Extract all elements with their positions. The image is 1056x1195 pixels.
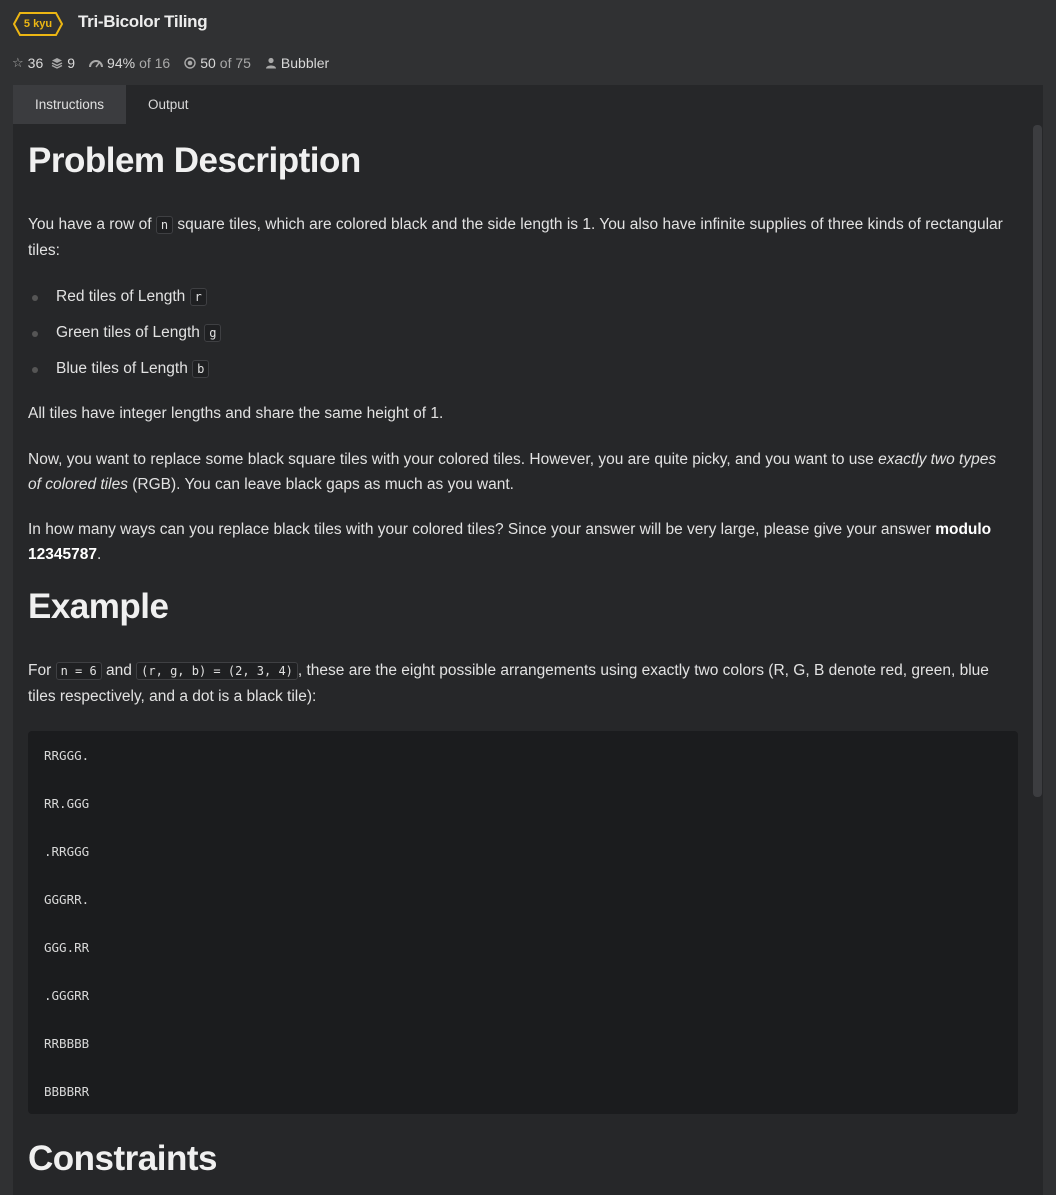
code-line: RRGGG.	[44, 748, 90, 763]
tab-output[interactable]: Output	[126, 85, 211, 124]
completed-stat: 50 of 75	[184, 55, 251, 71]
inline-code: n	[155, 216, 174, 234]
satisfaction-stat: 94% of 16	[89, 55, 170, 71]
list-item: Green tiles of Length g	[28, 319, 222, 355]
heading-example: Example	[28, 587, 169, 626]
code-line: .GGGRR	[44, 988, 90, 1003]
tile-list: Red tiles of Length r Green tiles of Len…	[28, 283, 222, 391]
inline-code: g	[204, 324, 222, 342]
inline-code: (r, g, b) = (2, 3, 4)	[136, 662, 298, 680]
rank-badge: 5 kyu	[13, 11, 63, 37]
paragraph-picky: Now, you want to replace some black squa…	[28, 451, 997, 493]
gauge-icon	[89, 58, 104, 68]
tab-instructions[interactable]: Instructions	[13, 85, 127, 124]
user-icon	[265, 57, 277, 69]
tab-bar: Instructions Output	[13, 85, 211, 124]
list-item: Red tiles of Length r	[28, 283, 221, 319]
rank-label: 5 kyu	[23, 18, 53, 30]
paragraph-heights: All tiles have integer lengths and share…	[28, 405, 444, 422]
list-item: Blue tiles of Length b	[28, 355, 221, 391]
code-line: RR.GGG	[44, 796, 90, 811]
inline-code: b	[192, 360, 210, 378]
scrollbar-thumb[interactable]	[1033, 125, 1042, 797]
paragraph-intro: You have a row of n square tiles, which …	[28, 216, 1003, 259]
stars-stat[interactable]: ☆ 36	[12, 55, 43, 71]
description-panel: Instructions Output Problem Description …	[13, 85, 1043, 1195]
code-line: GGGRR.	[44, 892, 90, 907]
heading-constraints: Constraints	[28, 1139, 217, 1178]
stack-icon	[51, 57, 63, 69]
inline-code: n = 6	[55, 662, 102, 680]
author-stat[interactable]: Bubbler	[265, 55, 329, 71]
kata-header: 5 kyu Tri-Bicolor Tiling ☆ 36 9 94% of 1…	[0, 0, 1056, 84]
code-block: RRGGG. RR.GGG .RRGGG GGGRR. GGG.RR .GGGR…	[28, 731, 1018, 1114]
paragraph-example: For n = 6 and (r, g, b) = (2, 3, 4), the…	[28, 662, 989, 705]
stats-bar: ☆ 36 9 94% of 16 50 of 75 Bubbler	[12, 54, 343, 72]
heading-problem-description: Problem Description	[28, 141, 361, 180]
code-line: .RRGGG	[44, 844, 90, 859]
code-line: BBBBRR	[44, 1084, 90, 1099]
kata-title: Tri-Bicolor Tiling	[78, 12, 208, 31]
paragraph-question: In how many ways can you replace black t…	[28, 521, 992, 563]
code-line: GGG.RR	[44, 940, 90, 955]
inline-code: r	[189, 288, 207, 306]
collections-stat[interactable]: 9	[51, 55, 75, 71]
code-line: RRBBBB	[44, 1036, 90, 1051]
target-icon	[184, 57, 196, 69]
star-icon: ☆	[12, 55, 24, 70]
